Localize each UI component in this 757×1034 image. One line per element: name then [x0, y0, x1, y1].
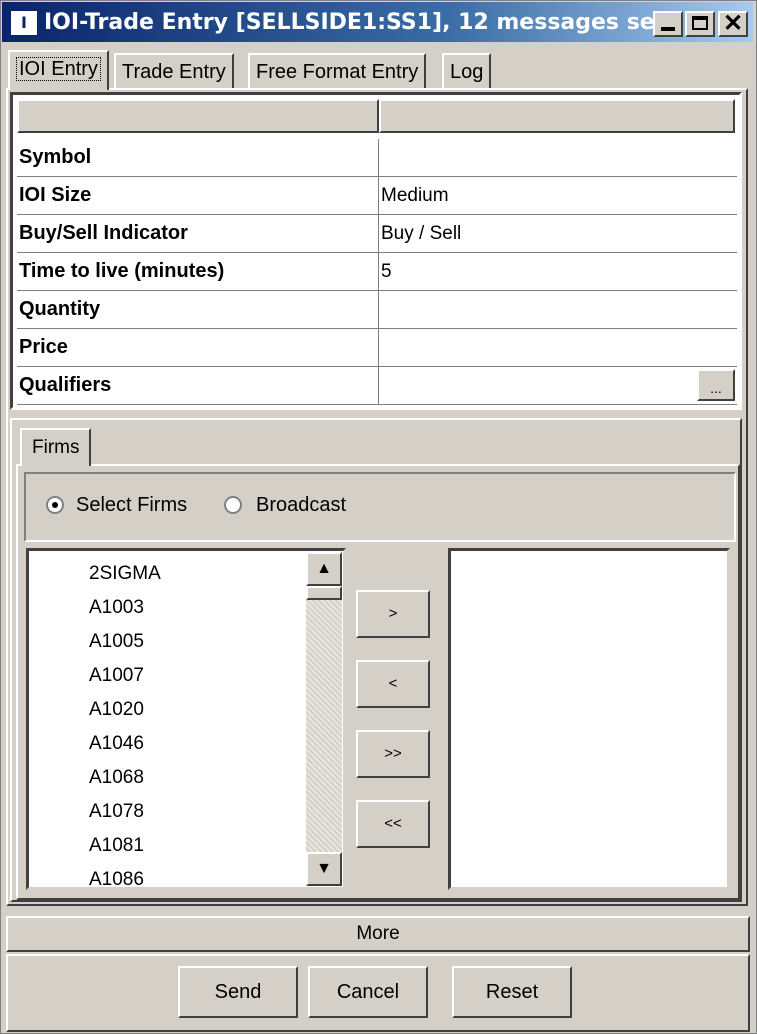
tab-firms[interactable]: Firms — [20, 428, 92, 466]
table-row: Time to live (minutes) 5 — [17, 253, 737, 291]
add-all-firms-button[interactable]: >> — [356, 730, 430, 778]
list-item[interactable]: 2SIGMA — [89, 563, 161, 585]
close-button[interactable]: ✕ — [718, 11, 748, 37]
minimize-icon — [661, 27, 675, 31]
send-button[interactable]: Send — [178, 966, 298, 1018]
table-row: Buy/Sell Indicator Buy / Sell — [17, 215, 737, 253]
ioi-table: Symbol IOI Size Medium Buy/Sell Indicato… — [10, 92, 742, 410]
row-label: Qualifiers — [17, 367, 379, 404]
row-label: Quantity — [17, 291, 379, 328]
row-label: IOI Size — [17, 177, 379, 214]
select-firms-label[interactable]: Select Firms — [76, 494, 187, 517]
ioi-size-field[interactable]: Medium — [379, 177, 737, 214]
available-firms-list[interactable]: 2SIGMA A1003 A1005 A1007 A1020 A1046 A10… — [26, 548, 346, 890]
minimize-button[interactable] — [653, 11, 683, 37]
tab-free-format-entry[interactable]: Free Format Entry — [248, 53, 427, 89]
row-label: Price — [17, 329, 379, 366]
more-button[interactable]: More — [6, 916, 750, 952]
list-item[interactable]: A1081 — [89, 835, 144, 857]
list-item[interactable]: A1068 — [89, 767, 144, 789]
tab-log[interactable]: Log — [442, 53, 492, 89]
list-item[interactable]: A1086 — [89, 869, 144, 887]
remove-all-firms-button[interactable]: << — [356, 800, 430, 848]
maximize-button[interactable] — [685, 11, 715, 37]
price-field[interactable] — [379, 329, 737, 366]
radio-selected-dot — [52, 502, 58, 508]
table-row: Qualifiers ... — [17, 367, 737, 405]
scroll-down-button[interactable]: ▼ — [306, 852, 342, 886]
list-item[interactable]: A1078 — [89, 801, 144, 823]
add-firm-button[interactable]: > — [356, 590, 430, 638]
table-row: Symbol — [17, 139, 737, 177]
scroll-thumb[interactable] — [306, 586, 342, 600]
select-firms-radio[interactable] — [46, 496, 64, 514]
table-row: Price — [17, 329, 737, 367]
row-label: Symbol — [17, 139, 379, 176]
selected-firms-list[interactable] — [448, 548, 730, 890]
table-header-cell[interactable] — [379, 99, 735, 133]
maximize-icon — [692, 16, 708, 30]
tab-label: Free Format Entry — [256, 61, 419, 83]
list-item[interactable]: A1003 — [89, 597, 144, 619]
cancel-button[interactable]: Cancel — [308, 966, 428, 1018]
list-item[interactable]: A1005 — [89, 631, 144, 653]
list-item[interactable]: A1007 — [89, 665, 144, 687]
tab-label: Log — [450, 61, 484, 83]
qualifiers-browse-button[interactable]: ... — [697, 369, 735, 401]
firms-scrollbar[interactable]: ▲ ▼ — [306, 552, 342, 886]
window-title: IOI-Trade Entry [SELLSIDE1:SS1], 12 mess… — [44, 10, 681, 35]
table-row: IOI Size Medium — [17, 177, 737, 215]
list-item[interactable]: A1046 — [89, 733, 144, 755]
broadcast-radio[interactable] — [224, 496, 242, 514]
scroll-up-button[interactable]: ▲ — [306, 552, 342, 586]
quantity-field[interactable] — [379, 291, 737, 328]
broadcast-label[interactable]: Broadcast — [256, 494, 346, 517]
table-row: Quantity — [17, 291, 737, 329]
row-label: Time to live (minutes) — [17, 253, 379, 290]
tab-label: Trade Entry — [122, 61, 226, 83]
tab-label: IOI Entry — [16, 57, 101, 81]
tab-ioi-entry[interactable]: IOI Entry — [8, 50, 109, 90]
table-header-cell[interactable] — [17, 99, 379, 133]
remove-firm-button[interactable]: < — [356, 660, 430, 708]
title-bar[interactable]: I IOI-Trade Entry [SELLSIDE1:SS1], 12 me… — [2, 2, 753, 42]
tab-trade-entry[interactable]: Trade Entry — [114, 53, 234, 89]
time-to-live-field[interactable]: 5 — [379, 253, 737, 290]
app-icon[interactable]: I — [10, 10, 38, 36]
reset-button[interactable]: Reset — [452, 966, 572, 1018]
list-item[interactable]: A1020 — [89, 699, 144, 721]
row-label: Buy/Sell Indicator — [17, 215, 379, 252]
qualifiers-field[interactable]: ... — [379, 367, 737, 404]
close-icon: ✕ — [722, 10, 744, 37]
symbol-field[interactable] — [379, 139, 737, 176]
buy-sell-field[interactable]: Buy / Sell — [379, 215, 737, 252]
